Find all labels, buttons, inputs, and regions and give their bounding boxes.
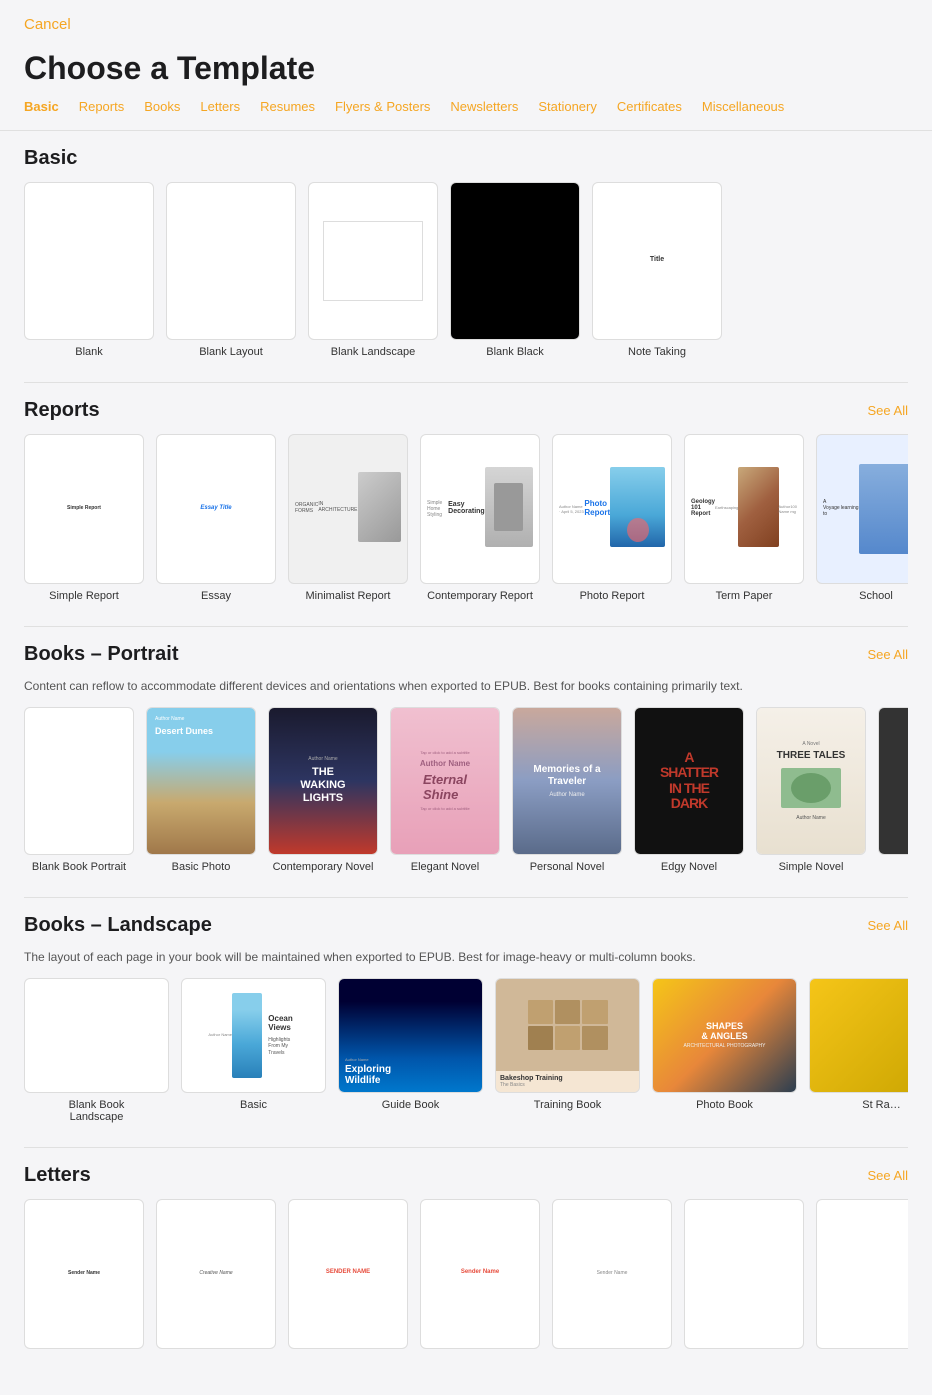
template-simple-novel[interactable]: A Novel THREE TALES Author Name Simple N…	[756, 707, 866, 873]
template-novel-more[interactable]: N…	[878, 707, 908, 873]
letters-see-all[interactable]: See All	[868, 1168, 908, 1183]
template-blank-label: Blank	[75, 346, 103, 358]
template-photo-book-label: Photo Book	[696, 1099, 753, 1111]
books-landscape-section-header: Books – Landscape See All	[24, 914, 908, 937]
template-blank-book-landscape[interactable]: Blank Book Landscape	[24, 978, 169, 1123]
template-contemporary-report-label: Contemporary Report	[427, 590, 533, 602]
template-school[interactable]: A Voyage to learning School	[816, 434, 908, 602]
nav-tabs: Basic Reports Books Letters Resumes Flye…	[0, 99, 932, 131]
books-portrait-see-all[interactable]: See All	[868, 647, 908, 662]
template-simple-novel-label: Simple Novel	[779, 861, 844, 873]
template-training-book-label: Training Book	[534, 1099, 601, 1111]
tab-newsletters[interactable]: Newsletters	[450, 99, 518, 114]
template-note-taking-label: Note Taking	[628, 346, 686, 358]
template-term-paper-label: Term Paper	[716, 590, 773, 602]
template-contemporary-report[interactable]: Simple Home Styling Easy Decorating Cont…	[420, 434, 540, 602]
template-guide-book[interactable]: Author Name ExploringWildlife Guide Book	[338, 978, 483, 1123]
template-basic-landscape-label: Basic	[240, 1099, 267, 1111]
tab-certificates[interactable]: Certificates	[617, 99, 682, 114]
reports-see-all[interactable]: See All	[868, 403, 908, 418]
template-landscape-more[interactable]: St Ra…	[809, 978, 908, 1123]
template-elegant-novel-label: Elegant Novel	[411, 861, 480, 873]
books-portrait-section-header: Books – Portrait See All	[24, 643, 908, 666]
template-note-taking[interactable]: Title Note Taking	[592, 182, 722, 358]
template-blank-book-portrait[interactable]: Blank Book Portrait	[24, 707, 134, 873]
tab-reports[interactable]: Reports	[79, 99, 125, 114]
template-essay-label: Essay	[201, 590, 231, 602]
template-letter-5[interactable]: Sender Name	[552, 1199, 672, 1355]
template-basic-photo[interactable]: Author Name Desert Dunes Basic Photo	[146, 707, 256, 873]
template-minimalist-report[interactable]: ORGANIC FORMS IN ARCHITECTURE Minimalist…	[288, 434, 408, 602]
books-portrait-subtitle: Content can reflow to accommodate differ…	[24, 678, 908, 695]
template-letter-1[interactable]: Sender Name	[24, 1199, 144, 1355]
template-simple-report-label: Simple Report	[49, 590, 119, 602]
basic-section-header: Basic	[24, 147, 908, 170]
template-letter-4[interactable]: Sender Name	[420, 1199, 540, 1355]
template-guide-book-label: Guide Book	[382, 1099, 439, 1111]
template-blank-layout-label: Blank Layout	[199, 346, 263, 358]
template-contemporary-novel[interactable]: Author Name THEWAKINGLIGHTS Contemporary…	[268, 707, 378, 873]
letters-section-title: Letters	[24, 1164, 91, 1187]
letters-templates-row: Sender Name Creative Name	[24, 1199, 908, 1355]
tab-resumes[interactable]: Resumes	[260, 99, 315, 114]
reports-templates-row: Simple Report Simple Report Essay Title	[24, 434, 908, 602]
tab-stationery[interactable]: Stationery	[538, 99, 597, 114]
books-landscape-subtitle: The layout of each page in your book wil…	[24, 949, 908, 966]
template-personal-novel[interactable]: Memories of a Traveler Author Name Perso…	[512, 707, 622, 873]
tab-misc[interactable]: Miscellaneous	[702, 99, 784, 114]
template-letter-3[interactable]: SENDER NAME	[288, 1199, 408, 1355]
template-edgy-novel-label: Edgy Novel	[661, 861, 717, 873]
template-blank-layout[interactable]: Blank Layout	[166, 182, 296, 358]
template-minimalist-report-label: Minimalist Report	[306, 590, 391, 602]
template-personal-novel-label: Personal Novel	[530, 861, 605, 873]
books-landscape-see-all[interactable]: See All	[868, 918, 908, 933]
page-title: Choose a Template	[0, 42, 932, 99]
letters-section-header: Letters See All	[24, 1164, 908, 1187]
template-photo-report-label: Photo Report	[580, 590, 645, 602]
template-blank-book-portrait-label: Blank Book Portrait	[32, 861, 126, 873]
template-letter-7[interactable]	[816, 1199, 908, 1355]
template-blank-landscape-label: Blank Landscape	[331, 346, 415, 358]
cancel-button[interactable]: Cancel	[24, 16, 71, 33]
basic-templates-row: Blank Blank Layout Blank Landscape Blank…	[24, 182, 908, 358]
template-blank-black-label: Blank Black	[486, 346, 543, 358]
template-letter-6[interactable]	[684, 1199, 804, 1355]
template-letter-2[interactable]: Creative Name	[156, 1199, 276, 1355]
template-blank-book-landscape-label: Blank Book Landscape	[42, 1099, 152, 1123]
basic-section-title: Basic	[24, 147, 77, 170]
tab-letters[interactable]: Letters	[200, 99, 240, 114]
reports-section-title: Reports	[24, 399, 100, 422]
template-blank-landscape[interactable]: Blank Landscape	[308, 182, 438, 358]
template-landscape-more-label: St Ra…	[862, 1099, 901, 1111]
template-contemporary-novel-label: Contemporary Novel	[273, 861, 374, 873]
template-blank-black[interactable]: Blank Black	[450, 182, 580, 358]
template-school-label: School	[859, 590, 893, 602]
tab-flyers[interactable]: Flyers & Posters	[335, 99, 430, 114]
template-training-book[interactable]: Bakeshop Training The Basics Training Bo…	[495, 978, 640, 1123]
books-landscape-templates-row: Blank Book Landscape Author Name Ocean V…	[24, 978, 908, 1123]
template-photo-report[interactable]: Author Name · April 5, 2023 Photo Report…	[552, 434, 672, 602]
template-photo-book[interactable]: SHAPES& ANGLES ARCHITECTURAL PHOTOGRAPHY…	[652, 978, 797, 1123]
books-landscape-section-title: Books – Landscape	[24, 914, 212, 937]
template-essay[interactable]: Essay Title Essay	[156, 434, 276, 602]
template-elegant-novel[interactable]: Tap or click to add a subtitle Author Na…	[390, 707, 500, 873]
tab-basic[interactable]: Basic	[24, 99, 59, 114]
tab-books[interactable]: Books	[144, 99, 180, 114]
books-portrait-section-title: Books – Portrait	[24, 643, 178, 666]
books-portrait-templates-row: Blank Book Portrait Author Name Desert D…	[24, 707, 908, 873]
reports-section-header: Reports See All	[24, 399, 908, 422]
template-basic-photo-label: Basic Photo	[172, 861, 231, 873]
template-simple-report[interactable]: Simple Report Simple Report	[24, 434, 144, 602]
template-edgy-novel[interactable]: ASHATTERIN THEDARK Edgy Novel	[634, 707, 744, 873]
template-term-paper[interactable]: Geology 101 Report Earthscaping Author N…	[684, 434, 804, 602]
template-blank[interactable]: Blank	[24, 182, 154, 358]
template-basic-landscape[interactable]: Author Name Ocean Views Highlights From …	[181, 978, 326, 1123]
